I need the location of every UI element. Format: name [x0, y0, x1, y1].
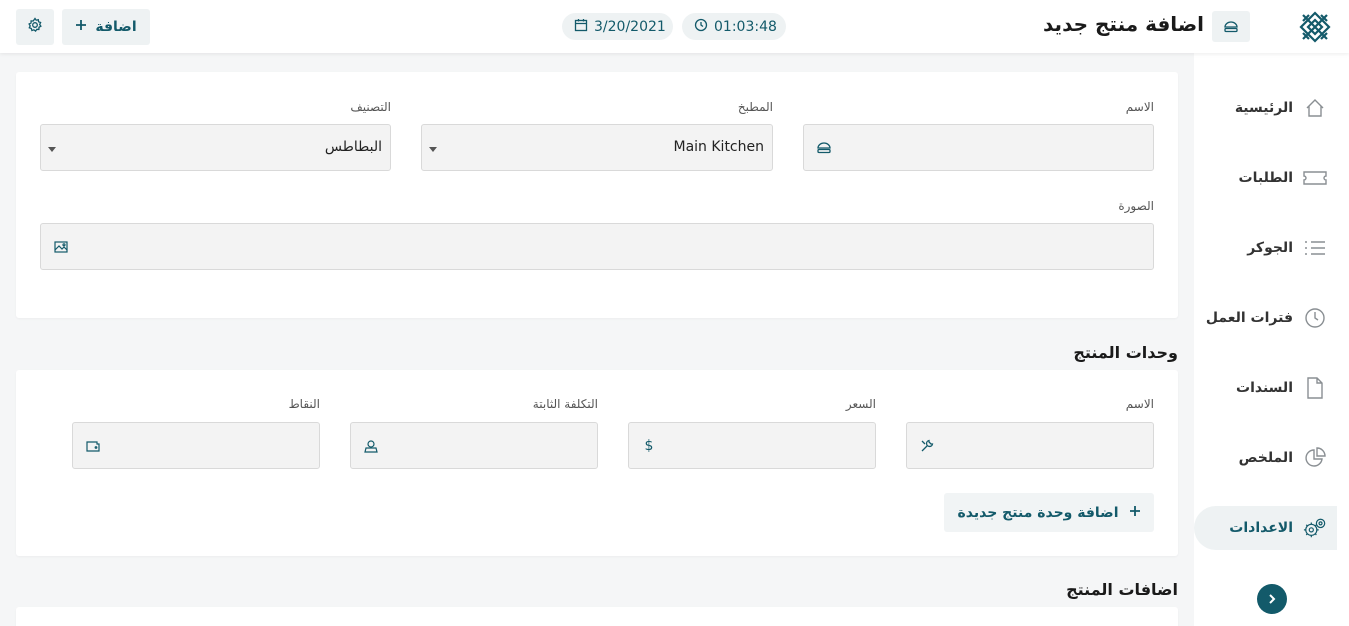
sidebar-item-shifts[interactable]: فترات العمل — [1194, 296, 1337, 340]
addons-card — [16, 607, 1178, 626]
name-label: الاسم — [1125, 100, 1154, 114]
add-button[interactable]: اضافة — [62, 9, 150, 45]
caret-down-icon — [48, 147, 56, 152]
sidebar-item-joker[interactable]: الجوكر — [1194, 226, 1337, 270]
list-icon — [1303, 236, 1327, 260]
top-header: اضافة منتج جديد 01:03:48 3/20/2021 اضافة — [0, 0, 1349, 53]
unit-name-field[interactable] — [906, 422, 1154, 469]
sidebar-item-label: الاعدادات — [1229, 520, 1293, 536]
price-field[interactable]: $ — [628, 422, 876, 469]
caret-down-icon — [429, 147, 437, 152]
category-select[interactable]: البطاطس — [40, 124, 391, 171]
fixed-cost-field[interactable] — [350, 422, 598, 469]
collapse-sidebar-button[interactable] — [1257, 584, 1287, 614]
plus-icon — [1129, 505, 1141, 521]
kitchen-select[interactable]: Main Kitchen — [421, 124, 773, 171]
date-pill: 3/20/2021 — [562, 13, 673, 40]
add-unit-button[interactable]: اضافة وحدة منتج جديدة — [944, 493, 1154, 532]
document-icon — [1303, 376, 1327, 400]
sidebar-item-vouchers[interactable]: السندات — [1194, 366, 1337, 410]
plus-icon — [75, 19, 87, 35]
image-label: الصورة — [1118, 199, 1154, 213]
calendar-icon — [574, 18, 588, 36]
unit-name-label: الاسم — [1125, 397, 1154, 411]
price-label: السعر — [845, 397, 876, 411]
dish-icon — [815, 139, 833, 157]
sidebar-item-label: الجوكر — [1247, 240, 1293, 256]
sidebar-item-orders[interactable]: الطلبات — [1194, 156, 1337, 200]
category-label: التصنيف — [350, 100, 391, 114]
sidebar-item-label: الملخص — [1238, 450, 1293, 466]
time-pill: 01:03:48 — [682, 13, 786, 40]
ticket-icon — [1303, 166, 1327, 190]
sidebar-item-label: السندات — [1236, 380, 1293, 396]
product-info-card — [16, 72, 1178, 318]
fixed-cost-label: التكلفة الثابتة — [532, 397, 598, 411]
category-value: البطاطس — [324, 139, 382, 155]
page-title: اضافة منتج جديد — [1043, 12, 1204, 36]
image-icon — [52, 238, 70, 256]
home-icon — [1303, 96, 1327, 120]
tools-icon — [918, 437, 936, 455]
sidebar-item-label: فترات العمل — [1205, 310, 1293, 326]
sidebar: الرئيسية الطلبات الجوكر فترات العمل السن… — [1194, 53, 1349, 626]
sidebar-item-summary[interactable]: الملخص — [1194, 436, 1337, 480]
gears-icon — [1303, 516, 1327, 540]
clock-icon — [1303, 306, 1327, 330]
sidebar-item-label: الطلبات — [1238, 170, 1293, 186]
dollar-icon: $ — [644, 438, 654, 454]
gear-icon — [27, 17, 43, 37]
sidebar-item-label: الرئيسية — [1234, 100, 1293, 116]
kitchen-label: المطبخ — [737, 100, 773, 114]
money-user-icon — [362, 437, 380, 455]
title-icon — [1212, 11, 1250, 42]
units-section-title: وحدات المنتج — [1073, 343, 1178, 362]
current-date: 3/20/2021 — [594, 18, 666, 35]
sidebar-item-home[interactable]: الرئيسية — [1194, 86, 1337, 130]
add-unit-label: اضافة وحدة منتج جديدة — [957, 504, 1119, 521]
points-label: النقاط — [288, 397, 320, 411]
logo — [1299, 11, 1331, 43]
sidebar-item-settings[interactable]: الاعدادات — [1194, 506, 1337, 550]
pie-chart-icon — [1303, 446, 1327, 470]
add-label: اضافة — [95, 19, 137, 35]
chevron-right-icon — [1267, 590, 1277, 609]
addons-section-title: اضافات المنتج — [1066, 580, 1178, 599]
clock-icon — [694, 18, 708, 36]
image-field[interactable] — [40, 223, 1154, 270]
current-time: 01:03:48 — [714, 18, 777, 35]
wallet-icon — [84, 437, 102, 455]
kitchen-value: Main Kitchen — [673, 139, 765, 155]
points-field[interactable] — [72, 422, 320, 469]
name-field[interactable] — [803, 124, 1154, 171]
settings-button[interactable] — [16, 9, 54, 45]
